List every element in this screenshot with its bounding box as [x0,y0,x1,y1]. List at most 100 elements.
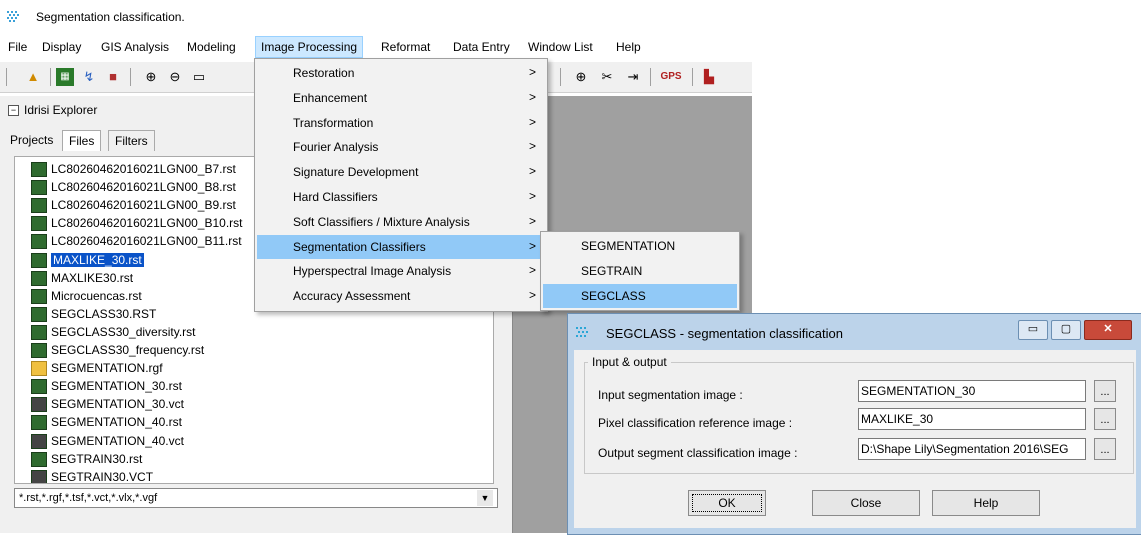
dialog-body: Input & output Input segmentation image … [574,350,1136,528]
layers-icon[interactable]: ■ [104,68,122,86]
help-button[interactable]: Help [932,490,1040,516]
tab-projects[interactable]: Projects [4,130,59,150]
map-icon[interactable]: ▦ [56,68,74,86]
zoom-in-icon[interactable]: ⊕ [142,68,160,86]
menu-display[interactable]: Display [42,40,81,54]
zoom-out-icon[interactable]: ⊖ [166,68,184,86]
file-list-item[interactable]: SEGMENTATION_40.rst [31,414,182,431]
file-list-item[interactable]: MAXLIKE_30.rst [31,252,144,268]
file-name: SEGCLASS30_frequency.rst [51,343,205,357]
raster-file-icon [31,324,47,340]
collapse-icon[interactable]: − [8,105,19,116]
chevron-right-icon: > [529,65,537,79]
app-logo-icon [574,325,590,341]
input-segmentation-field[interactable]: SEGMENTATION_30 [858,380,1086,402]
tab-files[interactable]: Files [62,130,102,151]
crosshair-icon[interactable]: ⊕ [572,68,590,86]
chevron-right-icon: > [529,164,537,179]
menu-item[interactable]: Enhancement > [257,86,545,110]
raster-file-icon [31,306,47,322]
file-name: MAXLIKE30.rst [51,270,134,285]
vector-icon[interactable]: ↯ [80,68,98,86]
browse-button[interactable]: ... [1094,408,1116,430]
file-list-item[interactable]: LC80260462016021LGN00_B8.rst [31,179,236,196]
menu-bar: File Display GIS Analysis Modeling Image… [0,36,752,58]
menu-item[interactable]: Transformation > [257,111,545,135]
file-name: LC80260462016021LGN00_B11.rst [51,234,242,249]
menu-item-label: Signature Development [293,165,419,180]
file-list-item[interactable]: LC80260462016021LGN00_B9.rst [31,197,236,214]
menu-item-label: Hyperspectral Image Analysis [293,264,452,279]
menu-item[interactable]: Soft Classifiers / Mixture Analysis > [257,210,545,234]
file-list-item[interactable]: LC80260462016021LGN00_B11.rst [31,233,242,250]
dropdown-arrow-icon[interactable]: ▼ [477,490,493,506]
vector-file-icon [31,433,47,449]
output-classification-field[interactable]: D:\Shape Lily\Segmentation 2016\SEG [858,438,1086,460]
menu-item[interactable]: Hyperspectral Image Analysis > [257,259,545,283]
raster-file-icon [31,234,47,250]
close-button[interactable]: Close [812,490,920,516]
menu-item[interactable]: Hard Classifiers > [257,185,545,209]
file-list-item[interactable]: SEGCLASS30_diversity.rst [31,324,196,340]
minimize-icon[interactable]: ▭ [1018,320,1048,340]
gps-icon[interactable]: GPS [658,68,684,86]
menu-item[interactable]: Fourier Analysis > [257,135,545,159]
pan-icon[interactable]: ⇥ [624,68,642,86]
file-list-item[interactable]: MAXLIKE30.rst [31,270,134,286]
menu-gis-analysis[interactable]: GIS Analysis [101,40,169,54]
menu-modeling[interactable]: Modeling [187,40,236,54]
pixel-reference-field[interactable]: MAXLIKE_30 [858,408,1086,430]
file-list-item[interactable]: SEGMENTATION_30.rst [31,378,182,395]
menu-data-entry[interactable]: Data Entry [453,40,510,54]
toolbar-separator [650,68,651,86]
file-list-item[interactable]: SEGCLASS30.RST [31,306,156,322]
file-name: MAXLIKE_30.rst [51,252,144,267]
tab-filters[interactable]: Filters [108,130,155,151]
raster-file-icon [31,252,47,268]
menu-item[interactable]: Signature Development > [257,160,545,184]
file-list-item[interactable]: SEGTRAIN30.rst [31,451,142,467]
window-title: Segmentation classification. [36,10,185,24]
chevron-right-icon: > [529,213,537,228]
close-icon[interactable]: ✕ [1084,320,1132,340]
submenu-item[interactable]: SEGCLASS [543,284,737,308]
submenu-item[interactable]: SEGTRAIN [543,259,737,283]
ok-button[interactable]: OK [688,490,766,516]
open-icon[interactable]: ▲ [24,68,42,86]
file-list-item[interactable]: SEGTRAIN30.VCT [31,469,153,483]
menu-file[interactable]: File [8,40,27,54]
submenu-item[interactable]: SEGMENTATION [543,234,737,258]
menu-item[interactable]: Segmentation Classifiers > [257,234,545,259]
file-name: SEGCLASS30_diversity.rst [51,324,196,339]
file-filter-combo[interactable]: *.rst,*.rgf,*.tsf,*.vct,*.vlx,*.vgf ▼ [14,488,498,508]
menu-window-list[interactable]: Window List [528,40,593,54]
file-list-item[interactable]: SEGCLASS30_frequency.rst [31,342,205,358]
menu-item[interactable]: Accuracy Assessment > [257,284,545,308]
menu-help[interactable]: Help [616,40,641,54]
measure-icon[interactable]: ✂ [598,68,616,86]
browse-button[interactable]: ... [1094,380,1116,402]
chevron-right-icon: > [529,114,537,129]
file-list-item[interactable]: LC80260462016021LGN00_B7.rst [31,161,236,177]
ok-button-label: OK [692,494,762,512]
raster-file-icon [31,162,47,177]
menu-image-processing[interactable]: Image Processing [255,36,364,58]
explorer-title: Idrisi Explorer [24,103,98,117]
file-list-item[interactable]: SEGMENTATION_40.vct [31,433,184,449]
menu-reformat[interactable]: Reformat [381,40,430,54]
title-bar: Segmentation classification. [0,0,752,34]
vector-file-icon [31,469,47,483]
menu-item[interactable]: Restoration > [257,61,545,85]
browse-button[interactable]: ... [1094,438,1116,460]
raster-file-icon [31,216,47,232]
window-icon[interactable]: ▭ [190,68,208,86]
maximize-icon[interactable]: ▢ [1051,320,1081,340]
raster-file-icon [31,379,47,395]
histogram-icon[interactable]: ▙ [700,68,718,86]
file-list-item[interactable]: LC80260462016021LGN00_B10.rst [31,215,242,232]
menu-item-label: Accuracy Assessment [293,289,411,304]
file-list-item[interactable]: SEGMENTATION_30.vct [31,396,184,413]
file-list-item[interactable]: Microcuencas.rst [31,288,142,304]
submenu-item-label: SEGCLASS [581,289,646,303]
file-list-item[interactable]: SEGMENTATION.rgf [31,360,163,377]
